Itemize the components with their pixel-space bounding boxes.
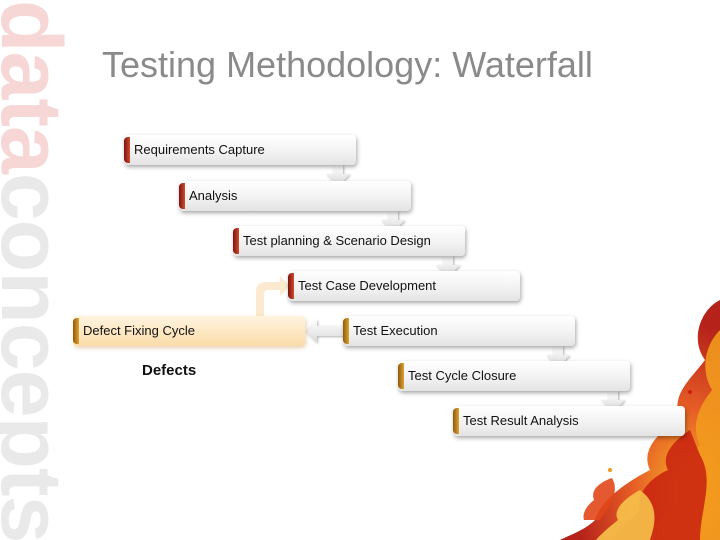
- step-test-result-analysis: Test Result Analysis: [453, 406, 685, 436]
- defects-label: Defects: [142, 362, 197, 379]
- step-test-cycle-closure: Test Cycle Closure: [398, 361, 630, 391]
- step-accent-tab: [288, 273, 294, 299]
- return-arrow-defects: [256, 276, 290, 316]
- step-accent-tab: [343, 318, 349, 344]
- step-analysis: Analysis: [179, 181, 411, 211]
- step-accent-tab: [179, 183, 185, 209]
- step-label: Test Execution: [353, 323, 438, 338]
- defect-fixing-cycle-box: Defect Fixing Cycle: [73, 316, 305, 346]
- left-arrow-defects: [305, 319, 345, 343]
- step-label: Test Case Development: [298, 278, 437, 293]
- step-label: Requirements Capture: [134, 142, 265, 157]
- defect-accent-tab: [73, 318, 79, 344]
- step-requirements-capture: Requirements Capture: [124, 135, 356, 165]
- step-test-execution: Test Execution: [343, 316, 575, 346]
- defect-box-label: Defect Fixing Cycle: [83, 323, 195, 338]
- step-accent-tab: [233, 228, 239, 254]
- step-label: Test Result Analysis: [463, 413, 579, 428]
- step-accent-tab: [124, 137, 130, 163]
- step-accent-tab: [453, 408, 459, 434]
- step-label: Analysis: [189, 188, 238, 203]
- step-test-planning: Test planning & Scenario Design: [233, 226, 465, 256]
- step-accent-tab: [398, 363, 404, 389]
- step-test-case-development: Test Case Development: [288, 271, 520, 301]
- step-label: Test planning & Scenario Design: [243, 233, 431, 248]
- step-label: Test Cycle Closure: [408, 368, 517, 383]
- flow-arrows: [256, 165, 625, 412]
